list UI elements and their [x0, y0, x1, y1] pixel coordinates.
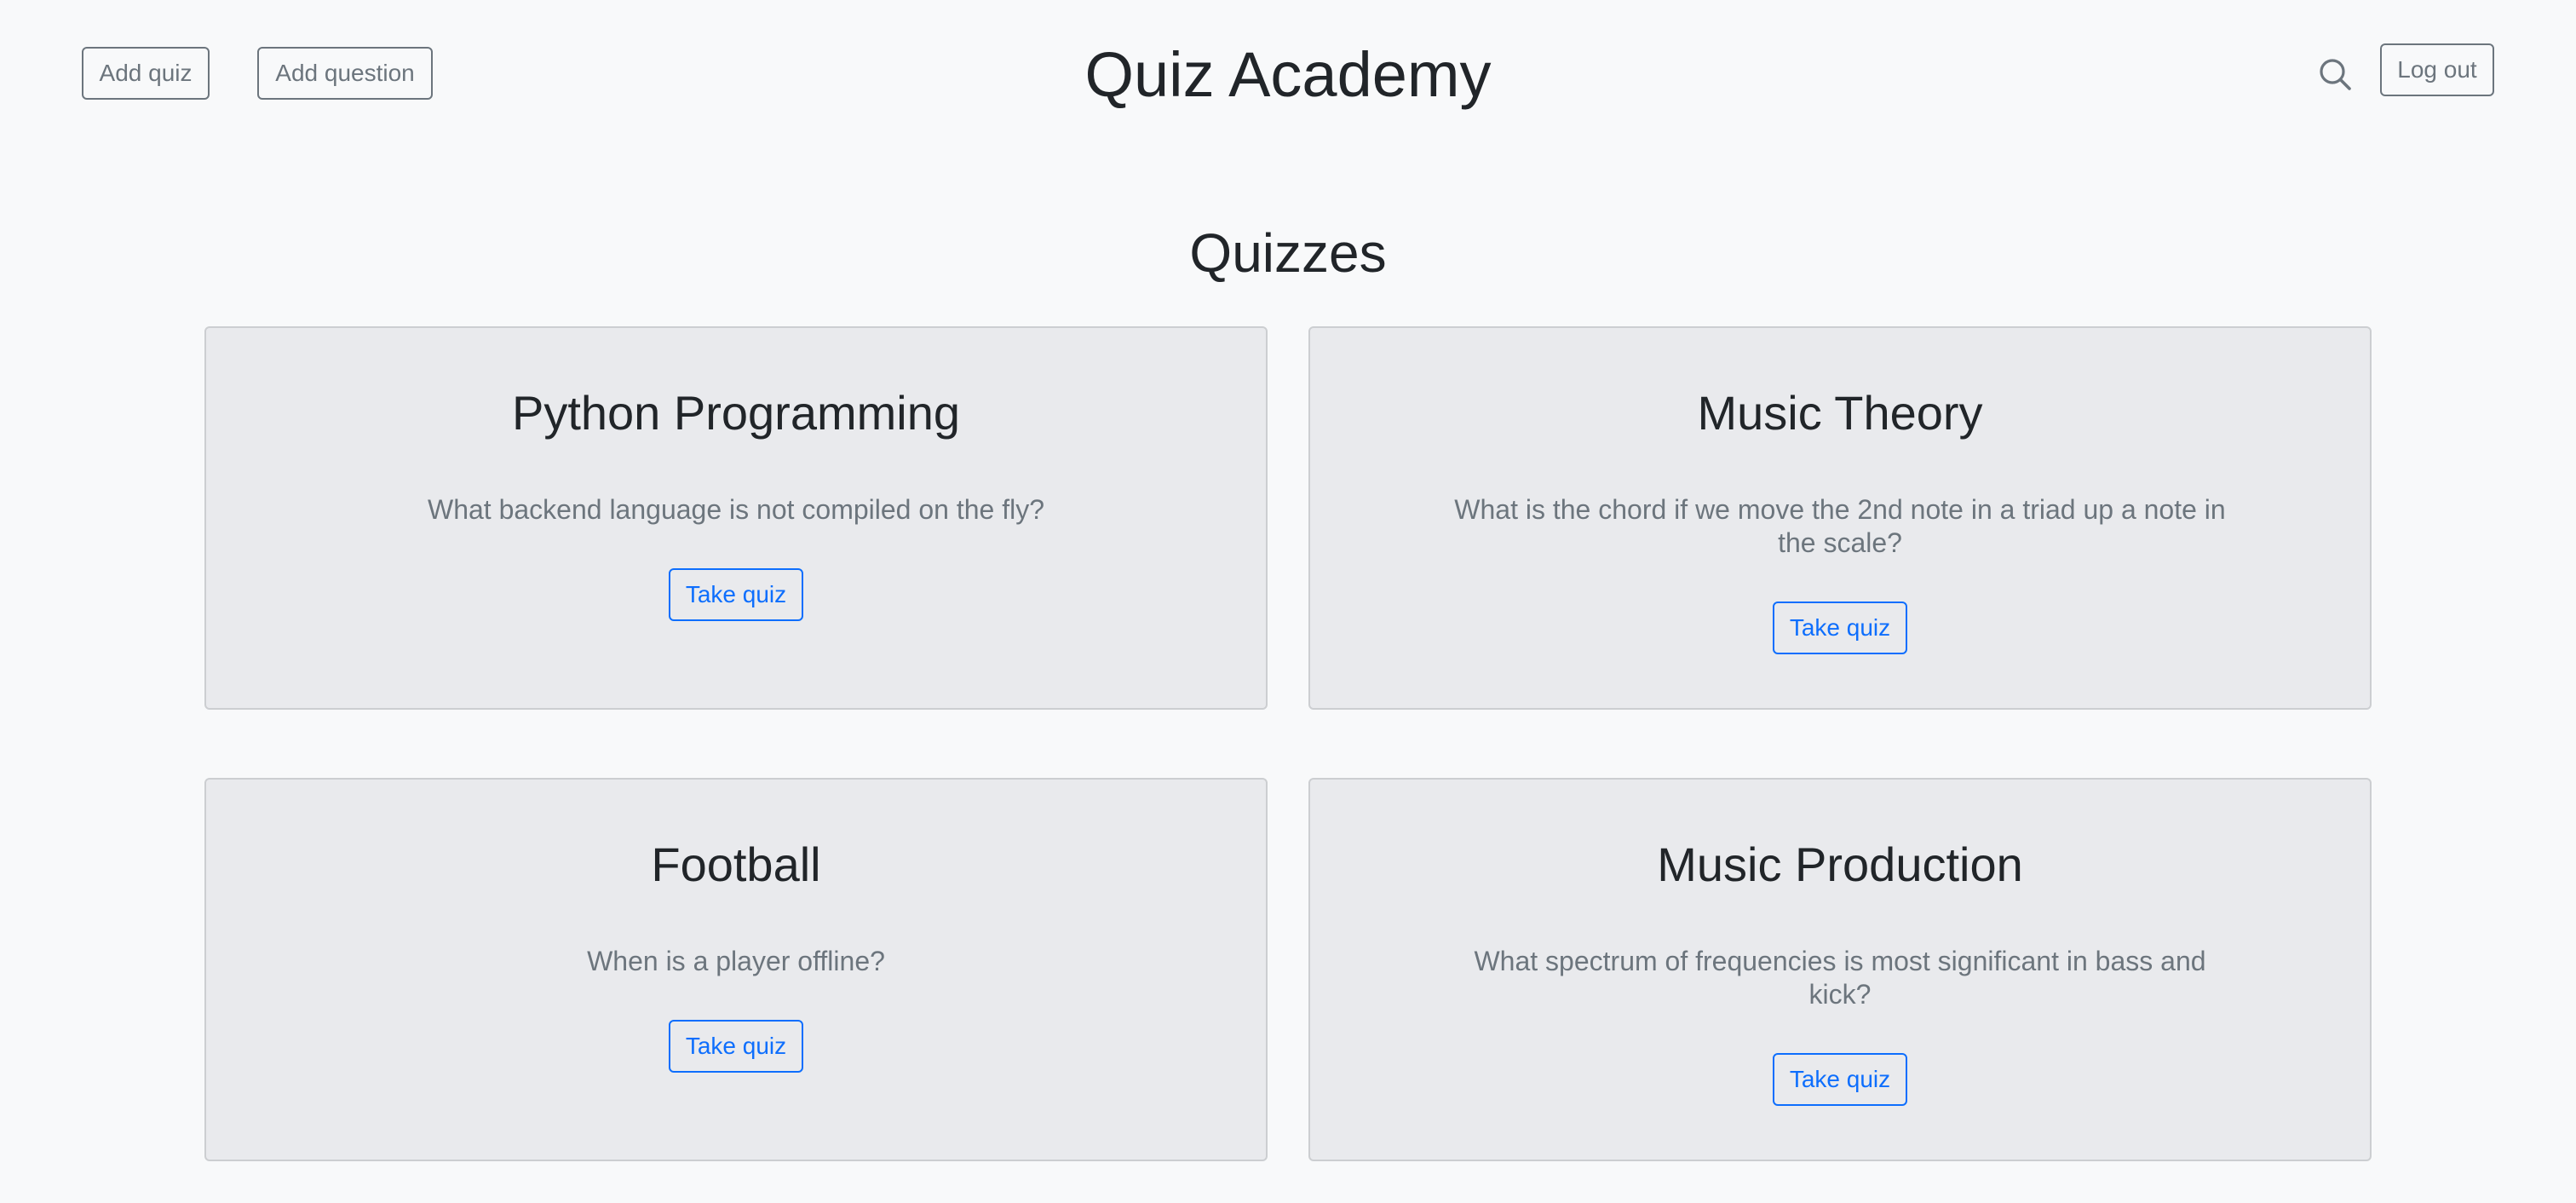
quiz-question: When is a player offline? [587, 946, 885, 976]
quiz-question: What is the chord if we move the 2nd not… [1454, 494, 2226, 558]
quiz-card: Music Production What spectrum of freque… [1308, 778, 2372, 1161]
quiz-title: Music Production [1657, 837, 2023, 891]
quiz-title: Music Theory [1697, 386, 1983, 440]
logout-button[interactable]: Log out [2380, 43, 2494, 96]
take-quiz-button[interactable]: Take quiz [669, 568, 803, 621]
quiz-title: Python Programming [511, 386, 960, 440]
quiz-question: What spectrum of frequencies is most sig… [1474, 946, 2206, 1010]
site-header: Add quiz Add question Quiz Academy Log o… [0, 0, 2576, 145]
search-icon[interactable] [2317, 56, 2353, 92]
quiz-card: Football When is a player offline? Take … [204, 778, 1268, 1161]
page-heading: Quizzes [1189, 222, 1387, 284]
quiz-card: Python Programming What backend language… [204, 326, 1268, 710]
site-title: Quiz Academy [1084, 39, 1492, 110]
take-quiz-button[interactable]: Take quiz [1773, 602, 1907, 654]
take-quiz-button[interactable]: Take quiz [669, 1020, 803, 1073]
quiz-title: Football [651, 837, 821, 891]
quiz-question: What backend language is not compiled on… [427, 494, 1044, 525]
quiz-card: Music Theory What is the chord if we mov… [1308, 326, 2372, 710]
take-quiz-button[interactable]: Take quiz [1773, 1053, 1907, 1106]
